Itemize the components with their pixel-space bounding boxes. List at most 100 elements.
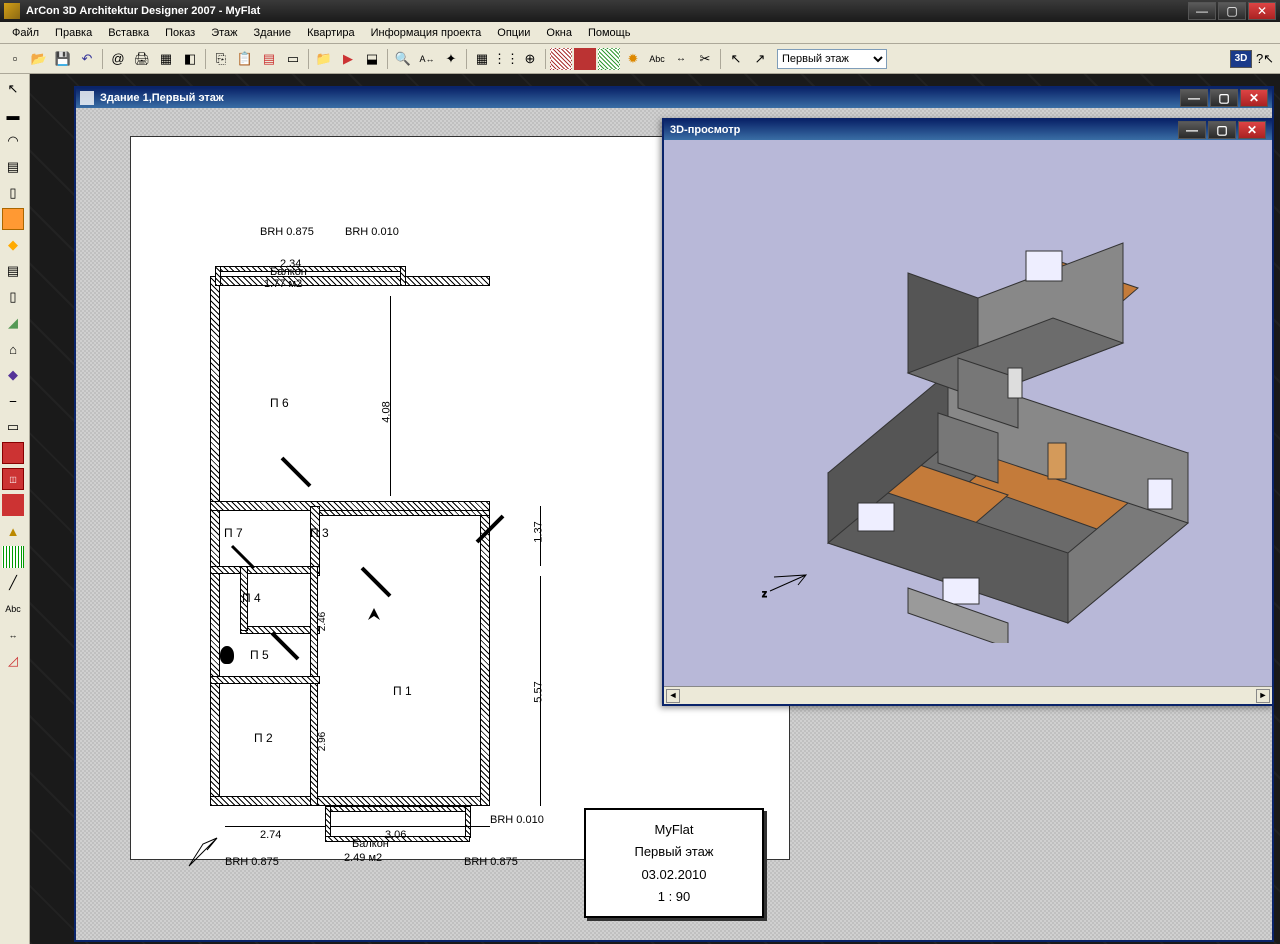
- save-icon[interactable]: 💾: [52, 48, 74, 70]
- hole-icon[interactable]: ◆: [2, 234, 24, 256]
- fit-icon[interactable]: A↔: [416, 48, 438, 70]
- help-pointer-icon[interactable]: ?↖: [1254, 48, 1276, 70]
- hatch-icon[interactable]: [2, 546, 24, 568]
- app-icon: [4, 3, 20, 19]
- hatch2-icon[interactable]: [598, 48, 620, 70]
- mail-icon[interactable]: @: [107, 48, 129, 70]
- 3d-model-icon: z: [708, 183, 1228, 643]
- column-icon[interactable]: ▯: [2, 286, 24, 308]
- 3d-close-button[interactable]: ✕: [1238, 121, 1266, 139]
- pointer-icon[interactable]: ↖: [725, 48, 747, 70]
- wall2-icon[interactable]: ▤: [2, 156, 24, 178]
- dimension-icon[interactable]: ↔: [2, 624, 24, 646]
- 3d-scrollbar[interactable]: ◄ ►: [664, 686, 1272, 704]
- furniture-icon[interactable]: ▲: [2, 520, 24, 542]
- paste-icon[interactable]: 📋: [234, 48, 256, 70]
- roof-icon[interactable]: ◢: [2, 312, 24, 334]
- menu-edit[interactable]: Правка: [47, 25, 100, 41]
- menu-project-info[interactable]: Информация проекта: [363, 25, 490, 41]
- pointer2-icon[interactable]: ↗: [749, 48, 771, 70]
- dots-icon[interactable]: ⋮⋮: [495, 48, 517, 70]
- draw-line-icon[interactable]: ╱: [2, 572, 24, 594]
- side-toolbar: ↖ ▬ ◠ ▤ ▯ ◆ ▤ ▯ ◢ ⌂ ◆ ⎯ ▭ ◫ ▲ ╱ Abc ↔ ◿: [0, 74, 30, 944]
- 3d-badge-icon[interactable]: 3D: [1230, 50, 1252, 68]
- hatch1-icon[interactable]: [550, 48, 572, 70]
- wall-icon[interactable]: ▬: [2, 104, 24, 126]
- text-tool-icon[interactable]: Abc: [2, 598, 24, 620]
- app-title: ArCon 3D Architektur Designer 2007 - MyF…: [26, 5, 1188, 17]
- rect-icon[interactable]: ▭: [2, 416, 24, 438]
- library-icon[interactable]: 📁: [313, 48, 335, 70]
- undo-icon[interactable]: ↶: [76, 48, 98, 70]
- cut-icon[interactable]: ✂: [694, 48, 716, 70]
- room-label-p6: П 6: [270, 396, 289, 410]
- balcony-bot: Балкон: [352, 838, 389, 850]
- open-icon[interactable]: 📂: [28, 48, 50, 70]
- paint-icon[interactable]: ◆: [2, 364, 24, 386]
- minimize-button[interactable]: —: [1188, 2, 1216, 20]
- 3d-title: 3D-просмотр: [670, 124, 740, 136]
- floor-select[interactable]: Первый этаж: [777, 49, 887, 69]
- menu-file[interactable]: Файл: [4, 25, 47, 41]
- dormer-icon[interactable]: ⌂: [2, 338, 24, 360]
- triangle-icon[interactable]: ▶: [337, 48, 359, 70]
- menu-help[interactable]: Помощь: [580, 25, 639, 41]
- doc-close-button[interactable]: ✕: [1240, 89, 1268, 107]
- maximize-button[interactable]: ▢: [1218, 2, 1246, 20]
- 3d-preview-window: 3D-просмотр — ▢ ✕: [662, 118, 1274, 706]
- select-icon[interactable]: ↖: [2, 78, 24, 100]
- grid-icon[interactable]: ▦: [471, 48, 493, 70]
- new-icon[interactable]: ▫: [4, 48, 26, 70]
- menu-building[interactable]: Здание: [246, 25, 300, 41]
- opening-icon[interactable]: [2, 494, 24, 516]
- close-button[interactable]: ✕: [1248, 2, 1276, 20]
- document-titlebar[interactable]: Здание 1,Первый этаж — ▢ ✕: [76, 88, 1272, 108]
- balcony-top: Балкон: [270, 266, 307, 278]
- menu-apartment[interactable]: Квартира: [299, 25, 363, 41]
- menubar: Файл Правка Вставка Показ Этаж Здание Кв…: [0, 22, 1280, 44]
- chart-icon[interactable]: ⬓: [361, 48, 383, 70]
- doc-maximize-button[interactable]: ▢: [1210, 89, 1238, 107]
- fill-icon[interactable]: [574, 48, 596, 70]
- 3d-titlebar[interactable]: 3D-просмотр — ▢ ✕: [664, 120, 1272, 140]
- insert-icon[interactable]: ▭: [282, 48, 304, 70]
- direction-icon: [360, 606, 388, 634]
- scroll-left-icon[interactable]: ◄: [666, 689, 680, 703]
- menu-options[interactable]: Опции: [489, 25, 538, 41]
- 3d-viewport[interactable]: z: [664, 140, 1272, 686]
- stairs-icon[interactable]: ▤: [2, 260, 24, 282]
- menu-floor[interactable]: Этаж: [203, 25, 245, 41]
- compass-icon[interactable]: ✦: [440, 48, 462, 70]
- text-icon[interactable]: Abc: [646, 48, 668, 70]
- door-icon[interactable]: [2, 442, 24, 464]
- balcony-bot-area: 2.49 м2: [344, 852, 382, 864]
- ceiling-icon[interactable]: [2, 208, 24, 230]
- zoom-icon[interactable]: 🔍: [392, 48, 414, 70]
- angle-icon[interactable]: ◿: [2, 650, 24, 672]
- room-label-p2: П 2: [254, 731, 273, 745]
- window-controls: — ▢ ✕: [1188, 2, 1276, 20]
- line-icon[interactable]: ⎯: [2, 390, 24, 412]
- preview-icon[interactable]: ◧: [179, 48, 201, 70]
- menu-show[interactable]: Показ: [157, 25, 203, 41]
- menu-insert[interactable]: Вставка: [100, 25, 157, 41]
- dim-icon[interactable]: ↔: [670, 48, 692, 70]
- print-icon[interactable]: 🖨: [131, 48, 153, 70]
- support-icon[interactable]: ▯: [2, 182, 24, 204]
- copy-icon[interactable]: ⎘: [210, 48, 232, 70]
- layers-icon[interactable]: ▤: [258, 48, 280, 70]
- window-icon[interactable]: ◫: [2, 468, 24, 490]
- tiles-icon[interactable]: ▦: [155, 48, 177, 70]
- arc-icon[interactable]: ◠: [2, 130, 24, 152]
- north-arrow-icon: [185, 834, 221, 870]
- snap-icon[interactable]: ⊕: [519, 48, 541, 70]
- doc-minimize-button[interactable]: —: [1180, 89, 1208, 107]
- scroll-right-icon[interactable]: ►: [1256, 689, 1270, 703]
- 3d-maximize-button[interactable]: ▢: [1208, 121, 1236, 139]
- 3d-minimize-button[interactable]: —: [1178, 121, 1206, 139]
- burst-icon[interactable]: ✹: [622, 48, 644, 70]
- menu-windows[interactable]: Окна: [538, 25, 580, 41]
- dim-296: 2.96: [317, 732, 328, 751]
- door-swing-icon: [230, 544, 260, 574]
- brh-bl: BRH 0.875: [225, 856, 279, 868]
